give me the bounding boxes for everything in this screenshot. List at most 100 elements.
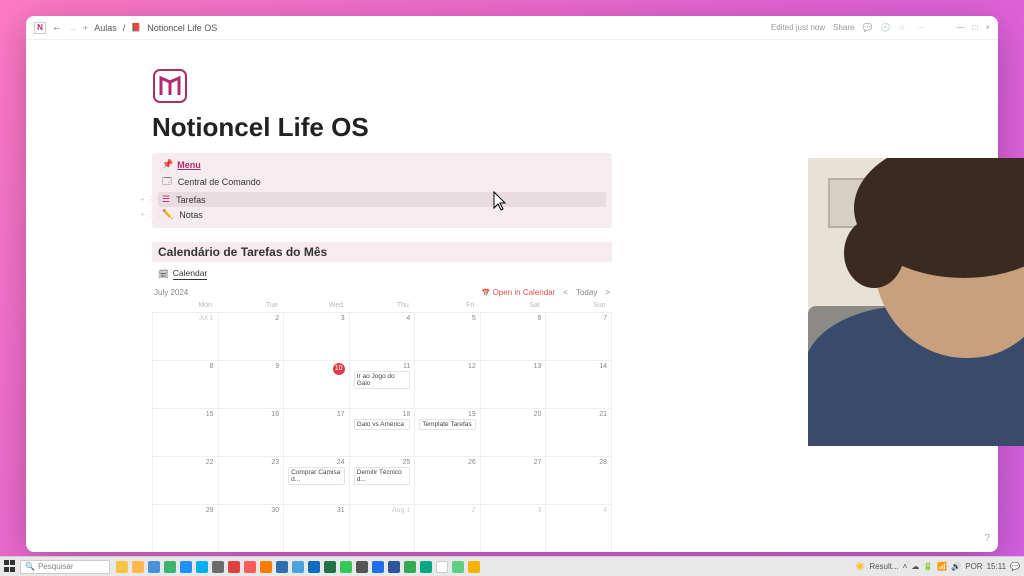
tray-sound-icon[interactable]: 🔊 bbox=[951, 562, 961, 571]
taskbar-app-icon[interactable] bbox=[228, 561, 240, 573]
event-chip[interactable]: Ir ao Jogo do Galo bbox=[354, 371, 411, 389]
today-button[interactable]: Today bbox=[576, 288, 597, 297]
day-cell[interactable]: 14 bbox=[546, 361, 612, 409]
event-chip[interactable]: Comprar Camisa d... bbox=[288, 467, 345, 485]
open-in-calendar-button[interactable]: Open in Calendar bbox=[482, 288, 555, 297]
event-chip[interactable]: Galo vs América bbox=[354, 419, 411, 430]
block-handle[interactable]: +⋮⋮ bbox=[140, 195, 163, 204]
tray-battery-icon[interactable]: 🔋 bbox=[923, 562, 933, 571]
new-tab-button[interactable]: + bbox=[83, 23, 88, 33]
back-button[interactable]: ← bbox=[52, 22, 62, 33]
day-cell[interactable]: 28 bbox=[546, 457, 612, 505]
day-cell[interactable]: 27 bbox=[480, 457, 546, 505]
clock-icon[interactable]: 🕘 bbox=[880, 23, 890, 33]
comment-icon[interactable]: 💬 bbox=[862, 23, 872, 33]
day-cell[interactable]: 2 bbox=[218, 313, 284, 361]
day-cell[interactable]: 2 bbox=[415, 505, 481, 553]
day-cell[interactable]: Jul 1 bbox=[153, 313, 219, 361]
day-cell[interactable]: 4 bbox=[349, 313, 415, 361]
day-cell[interactable]: 4 bbox=[546, 505, 612, 553]
event-chip[interactable]: Template Tarefas bbox=[419, 419, 476, 430]
tray-weather-icon[interactable]: ☀️ bbox=[855, 562, 865, 571]
taskbar-app-icon[interactable] bbox=[340, 561, 352, 573]
day-cell[interactable]: 19 Template Tarefas bbox=[415, 409, 481, 457]
day-cell[interactable]: 20 bbox=[480, 409, 546, 457]
day-cell[interactable]: 11 Ir ao Jogo do Galo bbox=[349, 361, 415, 409]
day-cell[interactable]: 9 bbox=[218, 361, 284, 409]
maximize-button[interactable]: □ bbox=[972, 23, 977, 32]
breadcrumb-parent[interactable]: Aulas bbox=[94, 23, 117, 33]
day-cell[interactable]: 6 bbox=[480, 313, 546, 361]
share-button[interactable]: Share bbox=[833, 23, 854, 32]
page-icon[interactable] bbox=[152, 68, 188, 104]
star-icon[interactable]: ☆ bbox=[898, 23, 908, 33]
day-cell[interactable]: 3 bbox=[284, 313, 350, 361]
taskbar-app-icon[interactable] bbox=[468, 561, 480, 573]
day-cell[interactable]: 31 bbox=[284, 505, 350, 553]
day-cell[interactable]: Aug 1 bbox=[349, 505, 415, 553]
taskbar-app-icon[interactable] bbox=[244, 561, 256, 573]
breadcrumb-page[interactable]: Notioncel Life OS bbox=[147, 23, 217, 33]
taskbar-app-icon[interactable] bbox=[132, 561, 144, 573]
taskbar-app-icon[interactable] bbox=[148, 561, 160, 573]
tray-onedrive-icon[interactable]: ☁ bbox=[911, 562, 919, 571]
day-cell[interactable]: 29 bbox=[153, 505, 219, 553]
tray-time[interactable]: 15:11 bbox=[987, 562, 1006, 571]
forward-button[interactable]: → bbox=[68, 23, 77, 33]
day-cell[interactable]: 10 bbox=[284, 361, 350, 409]
day-cell[interactable]: 3 bbox=[480, 505, 546, 553]
more-icon[interactable]: ⋯ bbox=[916, 23, 926, 33]
taskbar-app-icon[interactable] bbox=[292, 561, 304, 573]
database-view-tabs[interactable]: 🗓 Calendar bbox=[152, 266, 612, 282]
close-button[interactable]: × bbox=[985, 23, 990, 32]
day-cell[interactable]: 15 bbox=[153, 409, 219, 457]
day-cell[interactable]: 22 bbox=[153, 457, 219, 505]
tray-weather-label[interactable]: Result... bbox=[869, 562, 898, 571]
taskbar-app-icon[interactable] bbox=[308, 561, 320, 573]
taskbar-app-icon[interactable] bbox=[260, 561, 272, 573]
minimize-button[interactable]: — bbox=[956, 23, 964, 32]
taskbar-app-icon[interactable] bbox=[356, 561, 368, 573]
taskbar-app-icon[interactable] bbox=[180, 561, 192, 573]
taskbar-app-icon[interactable] bbox=[436, 561, 448, 573]
day-cell[interactable]: 8 bbox=[153, 361, 219, 409]
menu-heading-row[interactable]: 📌 Menu bbox=[158, 157, 606, 172]
day-cell[interactable]: 26 bbox=[415, 457, 481, 505]
taskbar-app-icon[interactable] bbox=[452, 561, 464, 573]
taskbar-app-icon[interactable] bbox=[212, 561, 224, 573]
taskbar-app-icon[interactable] bbox=[404, 561, 416, 573]
day-cell[interactable]: 13 bbox=[480, 361, 546, 409]
day-cell[interactable]: 12 bbox=[415, 361, 481, 409]
day-cell[interactable]: 5 bbox=[415, 313, 481, 361]
menu-item-central[interactable]: 🗔 Central de Comando bbox=[158, 172, 606, 192]
view-tab-calendar[interactable]: Calendar bbox=[173, 268, 208, 280]
day-cell[interactable]: 25 Demitir Técnico d... bbox=[349, 457, 415, 505]
taskbar-app-icon[interactable] bbox=[388, 561, 400, 573]
taskbar-app-icon[interactable] bbox=[324, 561, 336, 573]
taskbar-search[interactable]: 🔍 Pesquisar bbox=[20, 560, 110, 574]
prev-month-button[interactable]: < bbox=[563, 288, 568, 297]
day-cell[interactable]: 16 bbox=[218, 409, 284, 457]
taskbar-app-icon[interactable] bbox=[116, 561, 128, 573]
page-title[interactable]: Notioncel Life OS bbox=[152, 112, 612, 143]
start-button[interactable] bbox=[4, 560, 18, 574]
tray-lang[interactable]: POR bbox=[965, 562, 982, 571]
day-cell[interactable]: 18 Galo vs América bbox=[349, 409, 415, 457]
calendar-section-heading[interactable]: Calendário de Tarefas do Mês bbox=[152, 242, 612, 262]
tray-chevron-icon[interactable]: ˄ bbox=[903, 562, 908, 571]
day-cell[interactable]: 23 bbox=[218, 457, 284, 505]
taskbar-app-icon[interactable] bbox=[164, 561, 176, 573]
day-cell[interactable]: 21 bbox=[546, 409, 612, 457]
tray-wifi-icon[interactable]: 📶 bbox=[937, 562, 947, 571]
taskbar-app-icon[interactable] bbox=[196, 561, 208, 573]
event-chip[interactable]: Demitir Técnico d... bbox=[354, 467, 411, 485]
taskbar-app-icon[interactable] bbox=[276, 561, 288, 573]
tray-notification-icon[interactable]: 💬 bbox=[1010, 562, 1020, 571]
menu-item-notas[interactable]: +⋮⋮ ✏️ Notas bbox=[158, 207, 606, 222]
taskbar-app-icon[interactable] bbox=[372, 561, 384, 573]
day-cell[interactable]: 7 bbox=[546, 313, 612, 361]
day-cell[interactable]: 30 bbox=[218, 505, 284, 553]
menu-item-tarefas[interactable]: +⋮⋮ ☰ Tarefas bbox=[158, 192, 606, 207]
next-month-button[interactable]: > bbox=[605, 288, 610, 297]
day-cell[interactable]: 17 bbox=[284, 409, 350, 457]
